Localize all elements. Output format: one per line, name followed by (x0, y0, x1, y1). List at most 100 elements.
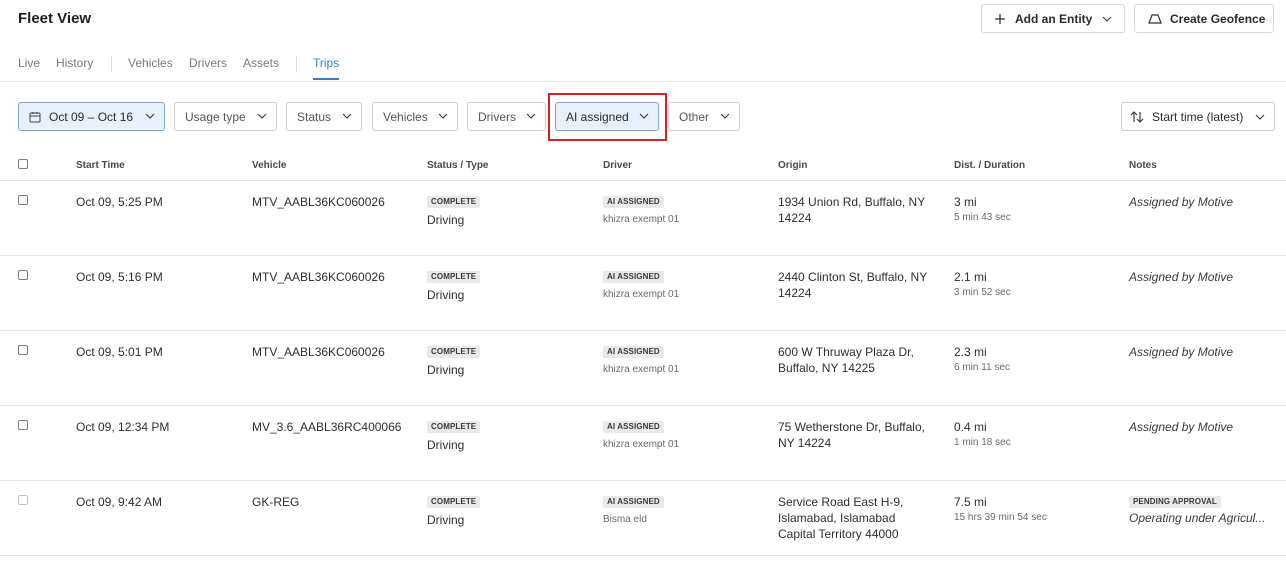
column-header-vehicle[interactable]: Vehicle (252, 160, 286, 171)
tab-live[interactable]: Live (18, 56, 40, 70)
notes: Operating under Agricul... (1129, 511, 1266, 525)
driver-name[interactable]: khizra exempt 01 (603, 289, 679, 300)
tab-history[interactable]: History (56, 56, 93, 70)
chevron-down-icon (145, 113, 155, 119)
duration: 1 min 18 sec (954, 437, 1011, 448)
sort-dropdown[interactable]: Start time (latest) (1121, 102, 1275, 131)
start-time: Oct 09, 5:25 PM (76, 195, 163, 209)
create-geofence-button[interactable]: Create Geofence (1134, 4, 1274, 33)
tab-drivers[interactable]: Drivers (189, 56, 227, 70)
plus-icon (995, 13, 1005, 24)
notes: Assigned by Motive (1129, 420, 1234, 434)
driver-badge: AI ASSIGNED (603, 196, 664, 208)
origin-line: 14224 (778, 211, 812, 225)
nav-tabs: Live History Vehicles Drivers Assets Tri… (0, 56, 1286, 82)
tab-trips[interactable]: Trips (313, 56, 340, 80)
duration: 6 min 11 sec (954, 362, 1010, 373)
vehicle-name[interactable]: MTV_AABL36KC060026 (252, 344, 385, 360)
sort-icon (1130, 110, 1144, 123)
origin-line: 14224 (778, 286, 812, 300)
distance: 7.5 mi (954, 495, 987, 509)
vehicles-label: Vehicles (383, 109, 428, 124)
tab-vehicles[interactable]: Vehicles (128, 56, 173, 70)
column-header-start-time[interactable]: Start Time (76, 160, 125, 171)
drivers-filter[interactable]: Drivers (467, 102, 546, 131)
table-row[interactable]: Oct 09, 5:16 PM MTV_AABL36KC060026 COMPL… (0, 256, 1286, 331)
chevron-down-icon (342, 113, 352, 119)
chevron-down-icon (257, 113, 267, 119)
status-badge: COMPLETE (427, 271, 481, 283)
geofence-icon (1148, 13, 1162, 24)
status-badge: COMPLETE (427, 496, 481, 508)
column-header-driver[interactable]: Driver (603, 160, 632, 171)
add-entity-label: Add an Entity (1015, 11, 1093, 26)
row-checkbox[interactable] (18, 495, 28, 505)
column-header-distance[interactable]: Dist. / Duration (954, 160, 1025, 171)
driver-name[interactable]: Bisma eld (603, 514, 647, 525)
driver-name[interactable]: khizra exempt 01 (603, 439, 679, 450)
chevron-down-icon (526, 113, 536, 119)
distance: 2.1 mi (954, 270, 987, 284)
date-range-filter[interactable]: Oct 09 – Oct 16 (18, 102, 165, 131)
origin-line: 2440 Clinton St, Buffalo, NY (778, 270, 928, 284)
start-time: Oct 09, 5:01 PM (76, 345, 163, 359)
vehicles-filter[interactable]: Vehicles (372, 102, 458, 131)
start-time: Oct 09, 5:16 PM (76, 270, 163, 284)
vehicle-name[interactable]: GK-REG (252, 494, 299, 510)
usage-type-filter[interactable]: Usage type (174, 102, 277, 131)
column-header-origin[interactable]: Origin (778, 160, 807, 171)
chevron-down-icon (1102, 16, 1112, 22)
status-filter[interactable]: Status (286, 102, 362, 131)
row-checkbox[interactable] (18, 195, 28, 205)
origin-line: NY 14224 (778, 436, 832, 450)
drivers-label: Drivers (478, 109, 516, 124)
vehicle-name[interactable]: MTV_AABL36KC060026 (252, 194, 385, 210)
pending-approval-badge: PENDING APPROVAL (1129, 496, 1221, 508)
row-checkbox[interactable] (18, 420, 28, 430)
driver-badge: AI ASSIGNED (603, 496, 664, 508)
highlight-box (548, 93, 667, 141)
row-checkbox[interactable] (18, 270, 28, 280)
origin-line: Buffalo, NY 14225 (778, 361, 875, 375)
origin-line: 1934 Union Rd, Buffalo, NY (778, 195, 926, 209)
trip-type: Driving (427, 363, 465, 377)
create-geofence-label: Create Geofence (1170, 11, 1266, 26)
start-time: Oct 09, 12:34 PM (76, 420, 170, 434)
origin-line: 75 Wetherstone Dr, Buffalo, (778, 420, 925, 434)
driver-badge: AI ASSIGNED (603, 271, 664, 283)
trip-type: Driving (427, 438, 465, 452)
tab-divider (111, 56, 112, 72)
page-title: Fleet View (18, 10, 92, 27)
driver-badge: AI ASSIGNED (603, 346, 664, 358)
sort-label: Start time (latest) (1152, 109, 1244, 124)
notes: Assigned by Motive (1129, 195, 1234, 209)
origin-line: 600 W Thruway Plaza Dr, (778, 345, 914, 359)
status-badge: COMPLETE (427, 196, 481, 208)
vehicle-name[interactable]: MTV_AABL36KC060026 (252, 269, 385, 285)
date-range-label: Oct 09 – Oct 16 (49, 109, 134, 124)
distance: 0.4 mi (954, 420, 987, 434)
duration: 5 min 43 sec (954, 212, 1011, 223)
add-entity-button[interactable]: Add an Entity (981, 4, 1125, 33)
table-row[interactable]: Oct 09, 5:01 PM MTV_AABL36KC060026 COMPL… (0, 331, 1286, 406)
other-filter[interactable]: Other (668, 102, 740, 131)
origin-line: Capital Territory 44000 (778, 527, 899, 541)
table-row[interactable]: Oct 09, 9:42 AM GK-REG COMPLETE Driving … (0, 481, 1286, 556)
tab-assets[interactable]: Assets (243, 56, 279, 70)
duration: 3 min 52 sec (954, 287, 1011, 298)
start-time: Oct 09, 9:42 AM (76, 495, 163, 509)
driver-name[interactable]: khizra exempt 01 (603, 364, 679, 375)
vehicle-name[interactable]: MV_3.6_AABL36RC400066 (252, 419, 401, 435)
table-row[interactable]: Oct 09, 5:25 PM MTV_AABL36KC060026 COMPL… (0, 181, 1286, 256)
chevron-down-icon (1255, 114, 1265, 120)
column-header-status[interactable]: Status / Type (427, 160, 489, 171)
column-header-notes[interactable]: Notes (1129, 160, 1157, 171)
row-checkbox[interactable] (18, 345, 28, 355)
calendar-icon (29, 111, 41, 122)
origin-line: Service Road East H-9, (778, 495, 904, 509)
status-badge: COMPLETE (427, 346, 481, 358)
table-row[interactable]: Oct 09, 12:34 PM MV_3.6_AABL36RC400066 C… (0, 406, 1286, 481)
trip-type: Driving (427, 213, 465, 227)
select-all-checkbox[interactable] (18, 159, 28, 169)
driver-name[interactable]: khizra exempt 01 (603, 214, 679, 225)
